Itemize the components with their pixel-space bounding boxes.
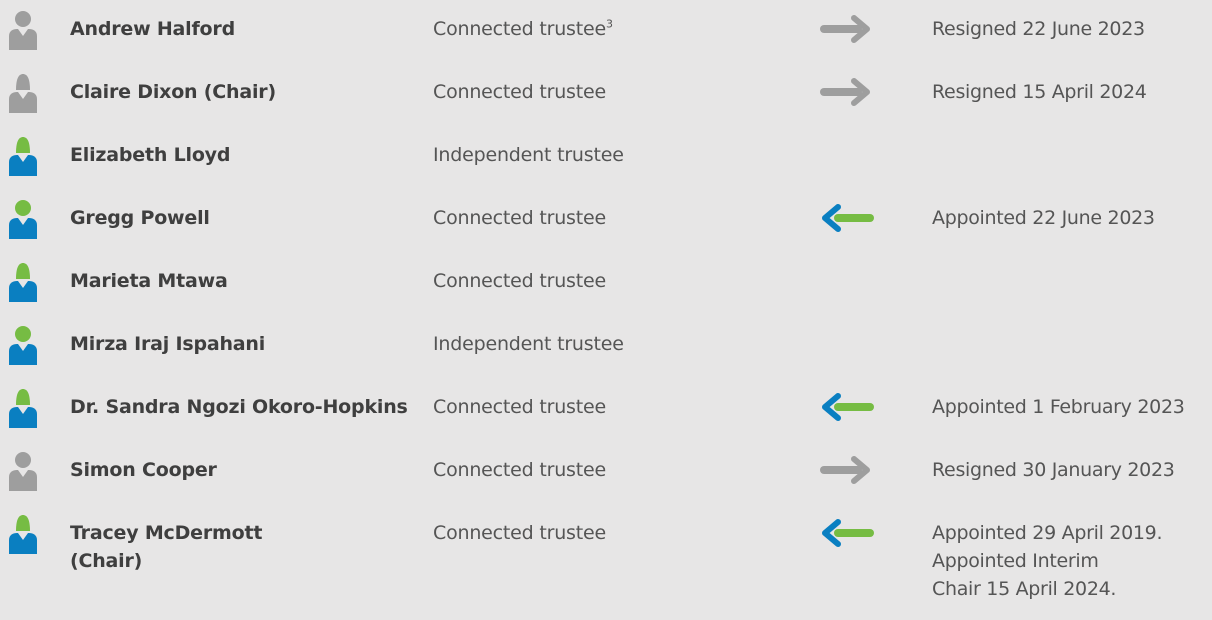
trustee-role: Independent trustee (433, 330, 793, 358)
person-female-active-icon (8, 388, 38, 428)
trustee-status-line: Appointed Interim (932, 550, 1099, 572)
trustee-name: Tracey McDermott (Chair) (70, 519, 440, 575)
trustee-row: Claire Dixon (Chair) Connected trustee R… (0, 73, 1212, 135)
trustee-row: Tracey McDermott (Chair) Connected trust… (0, 514, 1212, 620)
trustee-role-text: Independent trustee (433, 144, 624, 166)
trustee-status: Resigned 30 January 2023 (932, 456, 1212, 484)
trustee-role: Connected trustee (433, 78, 793, 106)
arrow-left-icon (818, 202, 876, 234)
trustee-name: Dr. Sandra Ngozi Okoro-Hopkins (70, 393, 440, 421)
trustee-status-line: Resigned 22 June 2023 (932, 18, 1145, 40)
trustee-role-text: Connected trustee (433, 459, 606, 481)
trustee-row: Mirza Iraj Ispahani Independent trustee (0, 325, 1212, 387)
trustee-row: Elizabeth Lloyd Independent trustee (0, 136, 1212, 198)
trustee-name-line: Gregg Powell (70, 207, 210, 229)
trustee-status-line: Chair 15 April 2024. (932, 578, 1117, 600)
trustee-role-text: Connected trustee (433, 18, 606, 40)
trustee-role: Connected trustee (433, 393, 793, 421)
trustee-status-line: Appointed 29 April 2019. (932, 522, 1163, 544)
trustee-name-line: Andrew Halford (70, 18, 235, 40)
trustee-role: Connected trustee (433, 519, 793, 547)
trustee-name-line: Simon Cooper (70, 459, 217, 481)
trustee-name-line: Elizabeth Lloyd (70, 144, 231, 166)
person-inactive-icon (8, 451, 38, 491)
trustee-row: Simon Cooper Connected trustee Resigned … (0, 451, 1212, 513)
trustee-status-line: Resigned 15 April 2024 (932, 81, 1147, 103)
trustee-status-line: Resigned 30 January 2023 (932, 459, 1175, 481)
trustee-status: Resigned 15 April 2024 (932, 78, 1212, 106)
trustee-row: Dr. Sandra Ngozi Okoro-Hopkins Connected… (0, 388, 1212, 450)
person-active-icon (8, 199, 38, 239)
trustee-list: Andrew Halford Connected trustee3 Resign… (0, 0, 1212, 620)
person-female-active-icon (8, 262, 38, 302)
trustee-name-line: Mirza Iraj Ispahani (70, 333, 266, 355)
trustee-role: Connected trustee (433, 456, 793, 484)
person-inactive-icon (8, 10, 38, 50)
trustee-name-line: (Chair) (70, 550, 143, 572)
trustee-role: Independent trustee (433, 141, 793, 169)
trustee-name: Elizabeth Lloyd (70, 141, 440, 169)
footnote-marker: 3 (605, 17, 613, 31)
arrow-left-icon (818, 517, 876, 549)
trustee-status-line: Appointed 1 February 2023 (932, 396, 1185, 418)
trustee-name: Andrew Halford (70, 15, 440, 43)
trustee-name-line: Claire Dixon (Chair) (70, 81, 276, 103)
trustee-status: Resigned 22 June 2023 (932, 15, 1212, 43)
trustee-name-line: Dr. Sandra Ngozi Okoro-Hopkins (70, 396, 408, 418)
trustee-status-line: Appointed 22 June 2023 (932, 207, 1155, 229)
person-active-icon (8, 325, 38, 365)
trustee-status: Appointed 1 February 2023 (932, 393, 1212, 421)
trustee-role-text: Independent trustee (433, 333, 624, 355)
arrow-right-icon (818, 13, 876, 45)
trustee-role: Connected trustee3 (433, 15, 793, 43)
arrow-left-icon (818, 391, 876, 423)
person-female-inactive-icon (8, 73, 38, 113)
trustee-name: Gregg Powell (70, 204, 440, 232)
trustee-row: Gregg Powell Connected trustee Appointed… (0, 199, 1212, 261)
person-female-active-icon (8, 514, 38, 554)
trustee-role-text: Connected trustee (433, 522, 606, 544)
trustee-name-line: Marieta Mtawa (70, 270, 228, 292)
arrow-right-icon (818, 76, 876, 108)
trustee-role-text: Connected trustee (433, 207, 606, 229)
trustee-row: Andrew Halford Connected trustee3 Resign… (0, 10, 1212, 72)
arrow-right-icon (818, 454, 876, 486)
trustee-status: Appointed 29 April 2019. Appointed Inter… (932, 519, 1212, 603)
trustee-status: Appointed 22 June 2023 (932, 204, 1212, 232)
trustee-role-text: Connected trustee (433, 270, 606, 292)
trustee-name: Claire Dixon (Chair) (70, 78, 440, 106)
trustee-role-text: Connected trustee (433, 81, 606, 103)
trustee-name-line: Tracey McDermott (70, 522, 263, 544)
trustee-role-text: Connected trustee (433, 396, 606, 418)
person-female-active-icon (8, 136, 38, 176)
trustee-name: Mirza Iraj Ispahani (70, 330, 440, 358)
trustee-role: Connected trustee (433, 267, 793, 295)
trustee-role: Connected trustee (433, 204, 793, 232)
trustee-name: Marieta Mtawa (70, 267, 440, 295)
trustee-row: Marieta Mtawa Connected trustee (0, 262, 1212, 324)
trustee-name: Simon Cooper (70, 456, 440, 484)
